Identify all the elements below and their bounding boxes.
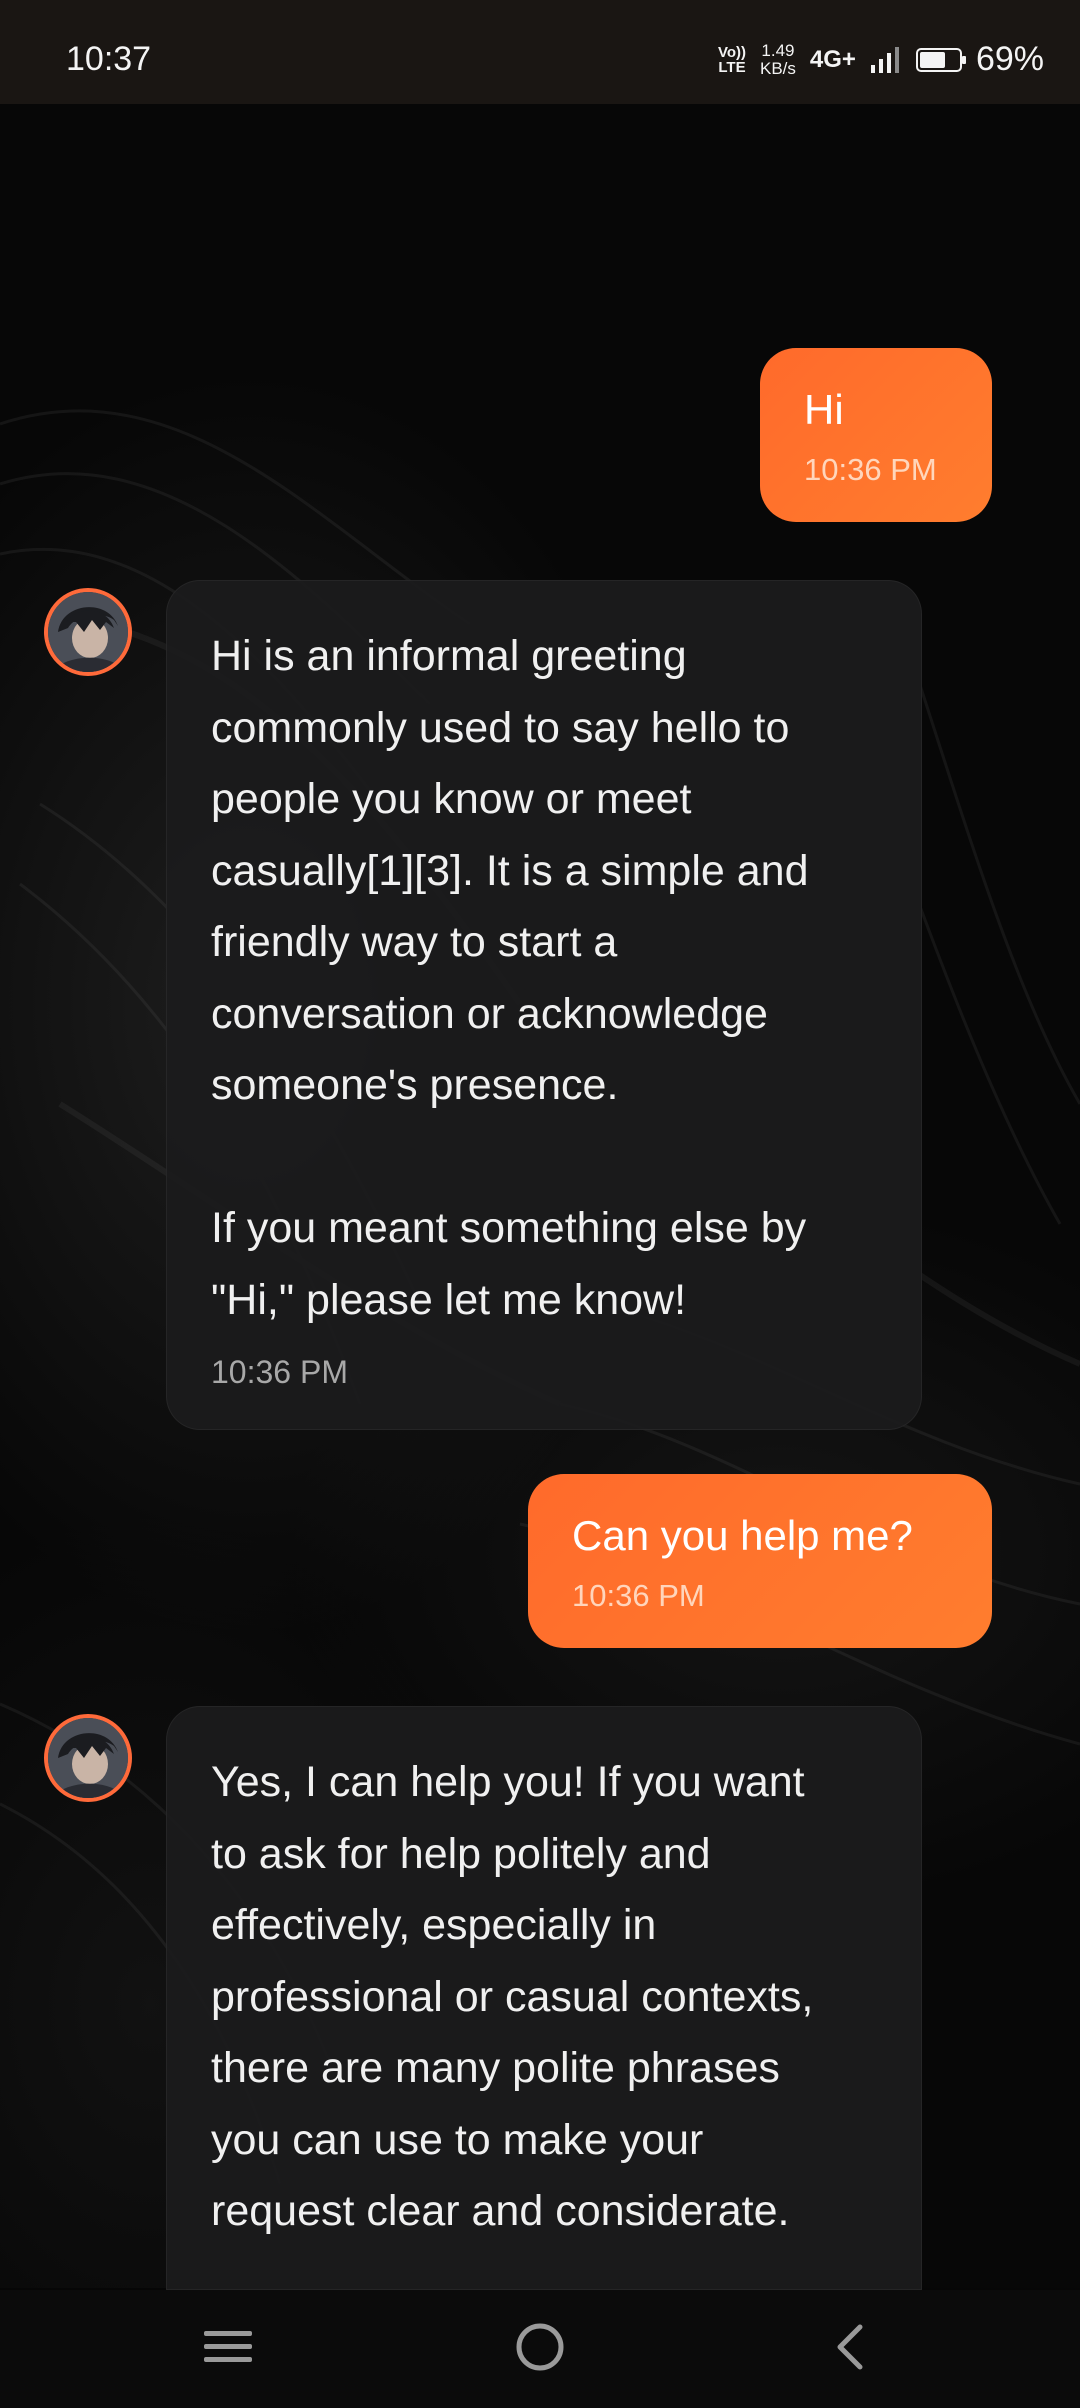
battery-icon	[915, 47, 966, 72]
volte-icon: Vo)) LTE	[717, 43, 746, 76]
menu-button[interactable]	[188, 2312, 268, 2382]
signal-icon	[870, 46, 899, 73]
character-avatar-icon	[48, 592, 128, 672]
user-message-bubble[interactable]: Can you help me? 10:36 PM	[528, 1474, 992, 1648]
home-circle-icon	[516, 2323, 564, 2371]
message-text: Hi is an informal greeting commonly used…	[211, 632, 809, 1324]
battery-percent: 69%	[975, 40, 1044, 78]
message-time: 10:36 PM	[211, 1354, 348, 1390]
status-bar: 10:37 Vo)) LTE 1.49 KB/s 4G+ 69%	[0, 0, 1080, 104]
message-time: 10:36 PM	[804, 452, 937, 487]
assistant-message-bubble[interactable]: Hi is an informal greeting commonly used…	[166, 580, 922, 1430]
network-type: 4G+	[809, 45, 856, 73]
back-button[interactable]	[810, 2312, 890, 2382]
status-indicators: Vo)) LTE 1.49 KB/s 4G+ 69%	[718, 40, 1044, 79]
user-message-bubble[interactable]: Hi 10:36 PM	[760, 348, 992, 522]
network-speed: 1.49 KB/s	[760, 40, 796, 78]
assistant-avatar[interactable]	[44, 588, 132, 676]
system-nav-bar	[0, 2290, 1080, 2408]
menu-icon	[204, 2331, 252, 2362]
message-text: Can you help me?	[572, 1512, 913, 1559]
home-button[interactable]	[500, 2312, 580, 2382]
message-text: Hi	[804, 386, 844, 433]
status-time: 10:37	[66, 40, 152, 78]
message-text: Yes, I can help you! If you want to ask …	[211, 1758, 814, 2235]
assistant-avatar[interactable]	[44, 1714, 132, 1802]
back-chevron-icon	[837, 2324, 863, 2370]
character-avatar-icon	[48, 1718, 128, 1798]
message-time: 10:36 PM	[572, 1578, 705, 1613]
assistant-message-bubble[interactable]: Yes, I can help you! If you want to ask …	[166, 1706, 922, 2290]
